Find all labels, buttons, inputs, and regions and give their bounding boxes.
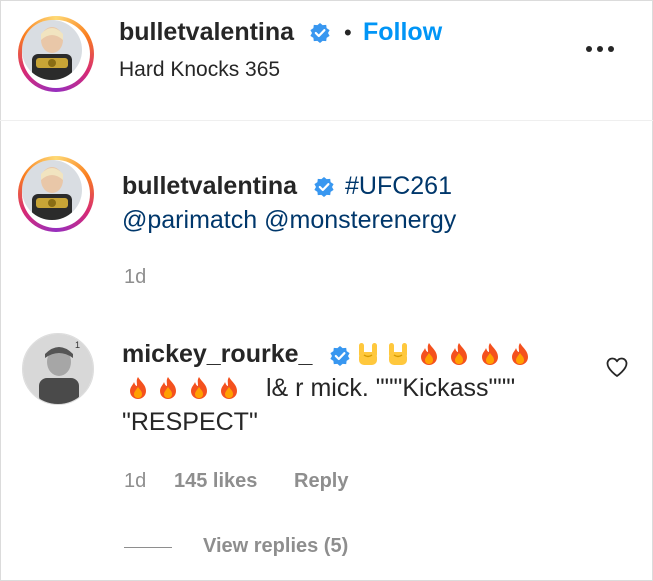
- caption-avatar[interactable]: [18, 156, 94, 232]
- comment-text-line-3: "RESPECT": [122, 408, 258, 436]
- comment-avatar[interactable]: 1: [22, 333, 94, 405]
- emoji-row-2: [127, 376, 244, 402]
- fire-emoji-icon: [512, 343, 529, 365]
- reply-button[interactable]: Reply: [294, 470, 348, 493]
- avatar-photo: [22, 160, 82, 220]
- svg-text:1: 1: [75, 340, 80, 350]
- verified-badge-icon: [330, 346, 350, 366]
- header-avatar[interactable]: [18, 16, 94, 92]
- emoji-row-1: [357, 342, 535, 368]
- like-heart-icon[interactable]: [605, 355, 629, 379]
- caption-hashtag[interactable]: #UFC261: [345, 172, 452, 201]
- caption-username[interactable]: bulletvalentina: [122, 172, 297, 201]
- view-replies-button[interactable]: View replies (5): [203, 535, 348, 558]
- fire-emoji-icon: [451, 343, 468, 365]
- comment-likes[interactable]: 145 likes: [174, 470, 257, 493]
- fire-emoji-icon: [190, 377, 207, 399]
- replies-divider: [124, 547, 172, 548]
- follow-separator: •: [344, 20, 352, 45]
- fire-emoji-icon: [130, 377, 146, 399]
- more-options-icon[interactable]: [586, 46, 614, 52]
- comment-line-1: mickey_rourke_: [122, 340, 312, 369]
- sign-of-horns-emoji-icon: [359, 343, 377, 365]
- comment-timestamp[interactable]: 1d: [124, 470, 146, 493]
- verified-badge-icon: [310, 23, 330, 43]
- mention-link[interactable]: @parimatch: [122, 206, 257, 234]
- fire-emoji-icon: [160, 377, 177, 399]
- mention-link[interactable]: @monsterenergy: [264, 206, 456, 234]
- avatar-photo: [22, 20, 82, 80]
- fire-emoji-icon: [221, 377, 238, 399]
- fire-emoji-icon: [420, 343, 437, 365]
- sign-of-horns-emoji-icon: [389, 343, 408, 365]
- header-username[interactable]: bulletvalentina: [119, 18, 294, 47]
- verified-badge-icon: [314, 177, 334, 197]
- post-header: bulletvalentina • Follow Hard Knocks 365: [0, 0, 653, 121]
- comment-username[interactable]: mickey_rourke_: [122, 340, 312, 368]
- follow-button[interactable]: Follow: [363, 18, 442, 47]
- fire-emoji-icon: [481, 343, 498, 365]
- caption-mentions: @parimatch @monsterenergy: [122, 206, 456, 235]
- caption-timestamp[interactable]: 1d: [124, 266, 146, 289]
- comment-text-line-2: l& r mick. """Kickass""": [266, 374, 516, 402]
- location-link[interactable]: Hard Knocks 365: [119, 58, 280, 82]
